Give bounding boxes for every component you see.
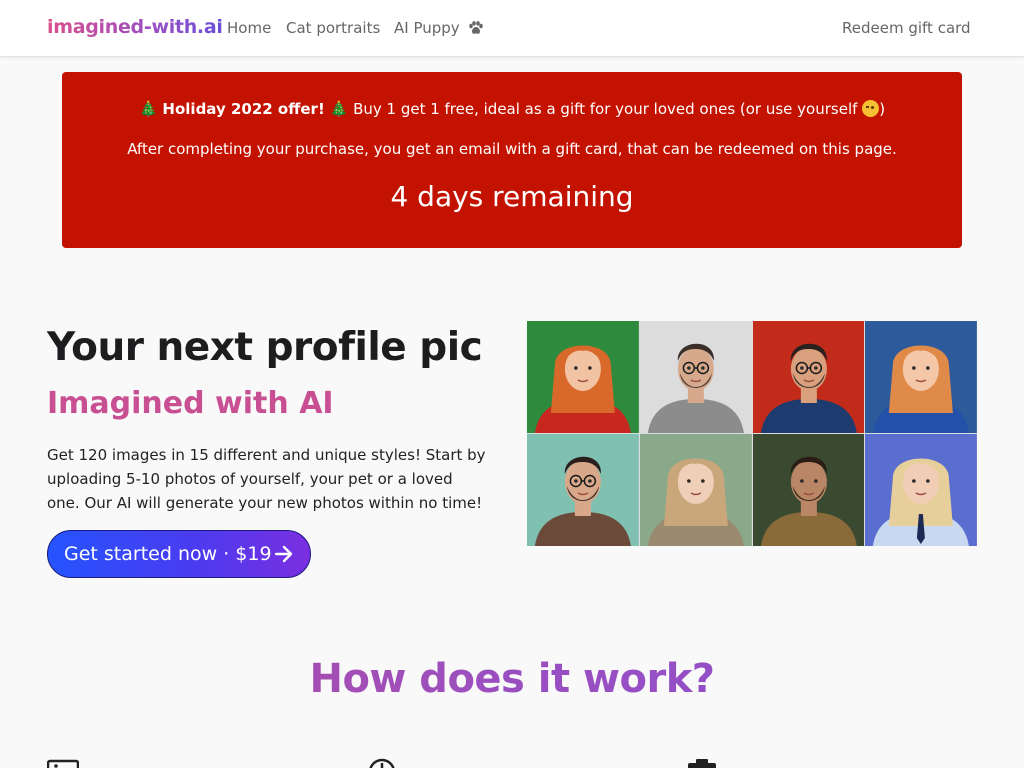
hero-subtitle: Imagined with AI [47, 386, 334, 421]
nav-cat-portraits-link[interactable]: Cat portraits [286, 19, 380, 37]
portrait-tile-woman-blue-blazer [865, 321, 977, 433]
holiday-offer-banner: 🎄 Holiday 2022 offer! 🎄 Buy 1 get 1 free… [62, 72, 962, 248]
wink-emoji-icon [862, 100, 880, 117]
offer-description: After completing your purchase, you get … [127, 140, 897, 158]
offer-countdown: 4 days remaining [390, 180, 634, 213]
get-started-button[interactable]: Get started now · $19 [47, 530, 311, 578]
images-icon [47, 759, 79, 768]
christmas-tree-icon: 🎄 [138, 100, 158, 118]
paw-icon [468, 21, 484, 39]
portrait-tile-woman-blonde-tie [865, 434, 977, 546]
hero-title: Your next profile pic [47, 325, 483, 370]
camera-icon [688, 759, 716, 768]
christmas-tree-icon: 🎄 [329, 100, 349, 118]
navbar: imagined-with.ai Home Cat portraits AI P… [0, 0, 1024, 57]
portrait-tile-man-glasses-red [752, 321, 865, 433]
offer-headline: 🎄 Holiday 2022 offer! 🎄 Buy 1 get 1 free… [62, 100, 962, 118]
brand-logo[interactable]: imagined-with.ai [47, 16, 223, 38]
offer-title: Holiday 2022 offer! [162, 100, 325, 118]
hero-description: Get 120 images in 15 different and uniqu… [47, 446, 486, 512]
offer-close-paren: ) [879, 100, 886, 118]
portrait-gallery [527, 321, 977, 546]
offer-text: Buy 1 get 1 free, ideal as a gift for yo… [353, 100, 858, 118]
arrow-right-icon [274, 545, 293, 563]
portrait-tile-man-christmas-sweater [527, 434, 639, 546]
portrait-tile-man-glasses-sketch [639, 321, 752, 433]
nav-ai-puppy-label: AI Puppy [394, 19, 460, 37]
nav-ai-puppy-link[interactable]: AI Puppy [394, 19, 484, 39]
portrait-tile-man-armor [752, 434, 865, 546]
how-it-works-title: How does it work? [0, 656, 1024, 702]
nav-home-link[interactable]: Home [227, 19, 271, 37]
nav-redeem-gift-card-link[interactable]: Redeem gift card [842, 19, 971, 37]
portrait-tile-woman-christmas-sweater [527, 321, 639, 433]
get-started-label: Get started now · $19 [64, 543, 272, 565]
clock-icon [369, 758, 395, 768]
portrait-tile-woman-elf [639, 434, 752, 546]
